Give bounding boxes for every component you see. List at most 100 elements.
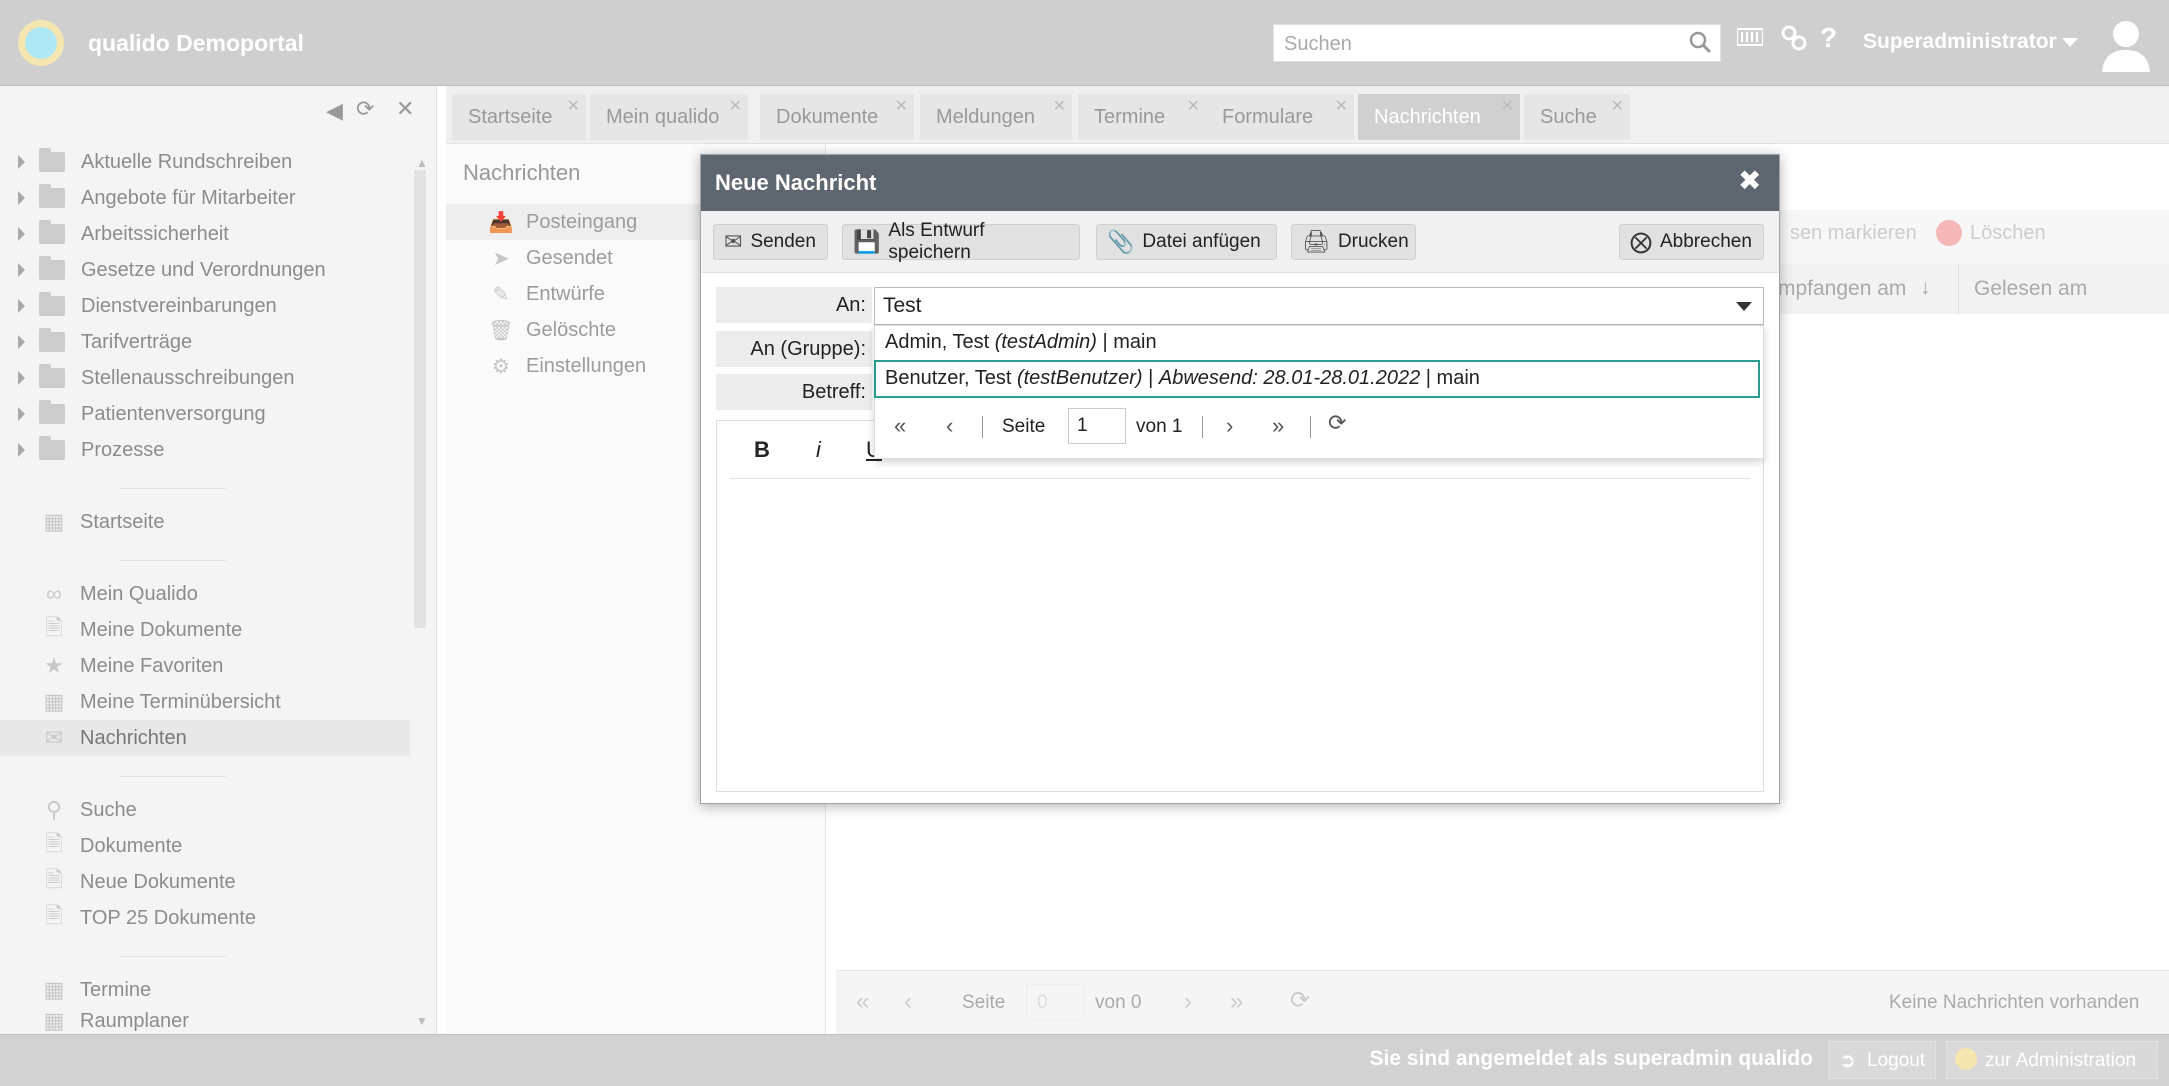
column-read[interactable]: Gelesen am [1974,277,2087,301]
sidebar-folder[interactable]: Arbeitssicherheit [0,217,410,251]
close-icon[interactable]: ✕ [1053,96,1066,116]
refresh-icon[interactable]: ⟳ [356,96,374,122]
close-icon[interactable]: ✕ [1335,96,1348,116]
portal-logo[interactable] [18,20,64,66]
refresh-icon[interactable]: ⟳ [1290,986,1310,1015]
sidebar-item-dokumente[interactable]: 🗎 Dokumente [0,828,410,864]
next-page-icon[interactable]: › [1184,988,1192,1016]
help-icon[interactable]: ? [1820,22,1837,54]
expand-arrow-icon[interactable] [18,299,25,313]
close-icon[interactable]: ✖ [1738,164,1761,197]
tab-mein-qualido[interactable]: Mein qualido ✕ [590,94,748,140]
pager-page-input[interactable]: 0 [1026,984,1084,1020]
tab-dokumente[interactable]: Dokumente ✕ [760,94,914,140]
save-draft-button[interactable]: 💾 Als Entwurf speichern [842,220,1080,263]
sidebar-folder[interactable]: Prozesse [0,433,410,467]
expand-arrow-icon[interactable] [18,191,25,205]
search-input[interactable]: Suchen [1273,24,1721,62]
sidebar-item-raumplaner[interactable]: ▦ Raumplaner [0,1008,410,1034]
expand-arrow-icon[interactable] [18,443,25,457]
first-page-icon[interactable]: « [894,413,906,439]
sidebar-item-nachrichten[interactable]: ✉ Nachrichten [0,720,410,756]
chevron-down-icon[interactable] [1736,302,1752,311]
sidebar-folder[interactable]: Aktuelle Rundschreiben [0,145,410,179]
collapse-left-icon[interactable]: ◀ [326,98,343,124]
tab-termine[interactable]: Termine ✕ [1078,94,1206,140]
sidebar-item-suche[interactable]: ⚲ Suche [0,792,410,828]
sidebar-item-meine-dokumente[interactable]: 🗎 Meine Dokumente [0,612,410,648]
close-icon[interactable]: ✕ [895,96,908,116]
bold-button[interactable]: B [754,437,770,463]
sidebar-scrollbar[interactable] [414,170,426,628]
tab-suche[interactable]: Suche ✕ [1524,94,1630,140]
delete-icon[interactable] [1936,220,1962,246]
tab-meldungen[interactable]: Meldungen ✕ [920,94,1072,140]
print-button[interactable]: 🖨 Drucken [1291,224,1416,260]
close-icon[interactable]: ✕ [1611,96,1624,116]
tab-startseite[interactable]: Startseite ✕ [452,94,586,140]
sidebar-folder[interactable]: Angebote für Mitarbeiter [0,181,410,215]
sidebar-folder[interactable]: Tarifverträge [0,325,410,359]
expand-arrow-icon[interactable] [18,263,25,277]
messages-title: Nachrichten [463,160,581,185]
expand-arrow-icon[interactable] [18,335,25,349]
avatar[interactable] [2096,14,2156,74]
column-received[interactable]: mpfangen am [1778,277,1906,301]
cancel-button[interactable]: ⨂ Abbrechen [1619,224,1764,260]
barcode-icon[interactable] [1736,26,1764,58]
italic-button[interactable]: i [816,437,821,463]
expand-arrow-icon[interactable] [18,407,25,421]
close-icon[interactable]: ✕ [729,96,742,116]
sidebar-item-top25[interactable]: 🗎 TOP 25 Dokumente [0,900,410,936]
chevron-down-icon[interactable] [2062,38,2078,47]
pager-page-input[interactable]: 1 [1068,408,1126,444]
scroll-down-icon[interactable]: ▼ [416,1014,428,1028]
tab-formulare[interactable]: Formulare ✕ [1206,94,1354,140]
to-recipient-input[interactable]: Test [874,287,1764,325]
sidebar-item-meine-termine[interactable]: ▦ Meine Terminübersicht [0,684,410,720]
suggestion-item[interactable]: Admin, Test (testAdmin) | main [874,325,1764,361]
last-page-icon[interactable]: » [1272,413,1284,439]
sidebar-item-neue-dokumente[interactable]: 🗎 Neue Dokumente [0,864,410,900]
close-icon[interactable]: ✕ [567,96,580,116]
mark-read-button[interactable]: sen markieren [1790,222,1917,245]
prev-page-icon[interactable]: ‹ [946,413,953,439]
sidebar-item-meine-favoriten[interactable]: ★ Meine Favoriten [0,648,410,684]
refresh-icon[interactable]: ⟳ [1328,410,1346,436]
tab-nachrichten[interactable]: Nachrichten ✕ [1358,94,1520,140]
user-menu-name[interactable]: Superadministrator [1863,30,2057,54]
admin-button[interactable]: zur Administration [1946,1041,2158,1079]
pager-page-label: Seite [1002,416,1046,437]
gears-icon[interactable] [1780,24,1808,59]
attach-file-button[interactable]: 📎 Datei anfügen [1096,224,1277,260]
sidebar-item-mein-qualido[interactable]: ∞ Mein Qualido [0,576,410,612]
suggestion-item-selected[interactable]: Benutzer, Test (testBenutzer) | Abwesend… [874,360,1760,398]
send-button[interactable]: ✉ Senden [713,224,828,260]
logout-button[interactable]: ➲ Logout [1828,1041,1936,1079]
sidebar-item-termine[interactable]: ▦ Termine [0,972,410,1008]
sidebar-folder[interactable]: Gesetze und Verordnungen [0,253,410,287]
folder-label: Gesendet [526,246,613,269]
sidebar-folder[interactable]: Stellenausschreibungen [0,361,410,395]
first-page-icon[interactable]: « [856,988,869,1016]
sidebar-divider [120,488,226,489]
last-page-icon[interactable]: » [1230,988,1243,1016]
message-editor[interactable] [716,420,1764,792]
expand-arrow-icon[interactable] [18,227,25,241]
next-page-icon[interactable]: › [1226,413,1233,439]
delete-button[interactable]: Löschen [1970,222,2046,245]
sidebar-item-startseite[interactable]: ▦ Startseite [0,504,410,540]
close-icon[interactable]: ✕ [1187,96,1200,116]
expand-arrow-icon[interactable] [18,155,25,169]
pager-page-label: Seite [962,992,1006,1013]
sidebar-folder[interactable]: Patientenversorgung [0,397,410,431]
search-icon[interactable] [1688,30,1712,54]
prev-page-icon[interactable]: ‹ [904,988,912,1016]
expand-arrow-icon[interactable] [18,371,25,385]
paperclip-icon: 📎 [1107,229,1135,254]
sidebar-folder[interactable]: Dienstvereinbarungen [0,289,410,323]
close-icon[interactable]: ✕ [396,96,414,122]
scroll-up-icon[interactable]: ▲ [416,156,428,170]
sort-down-icon[interactable]: ↓ [1920,276,1931,300]
close-icon[interactable]: ✕ [1501,96,1514,116]
